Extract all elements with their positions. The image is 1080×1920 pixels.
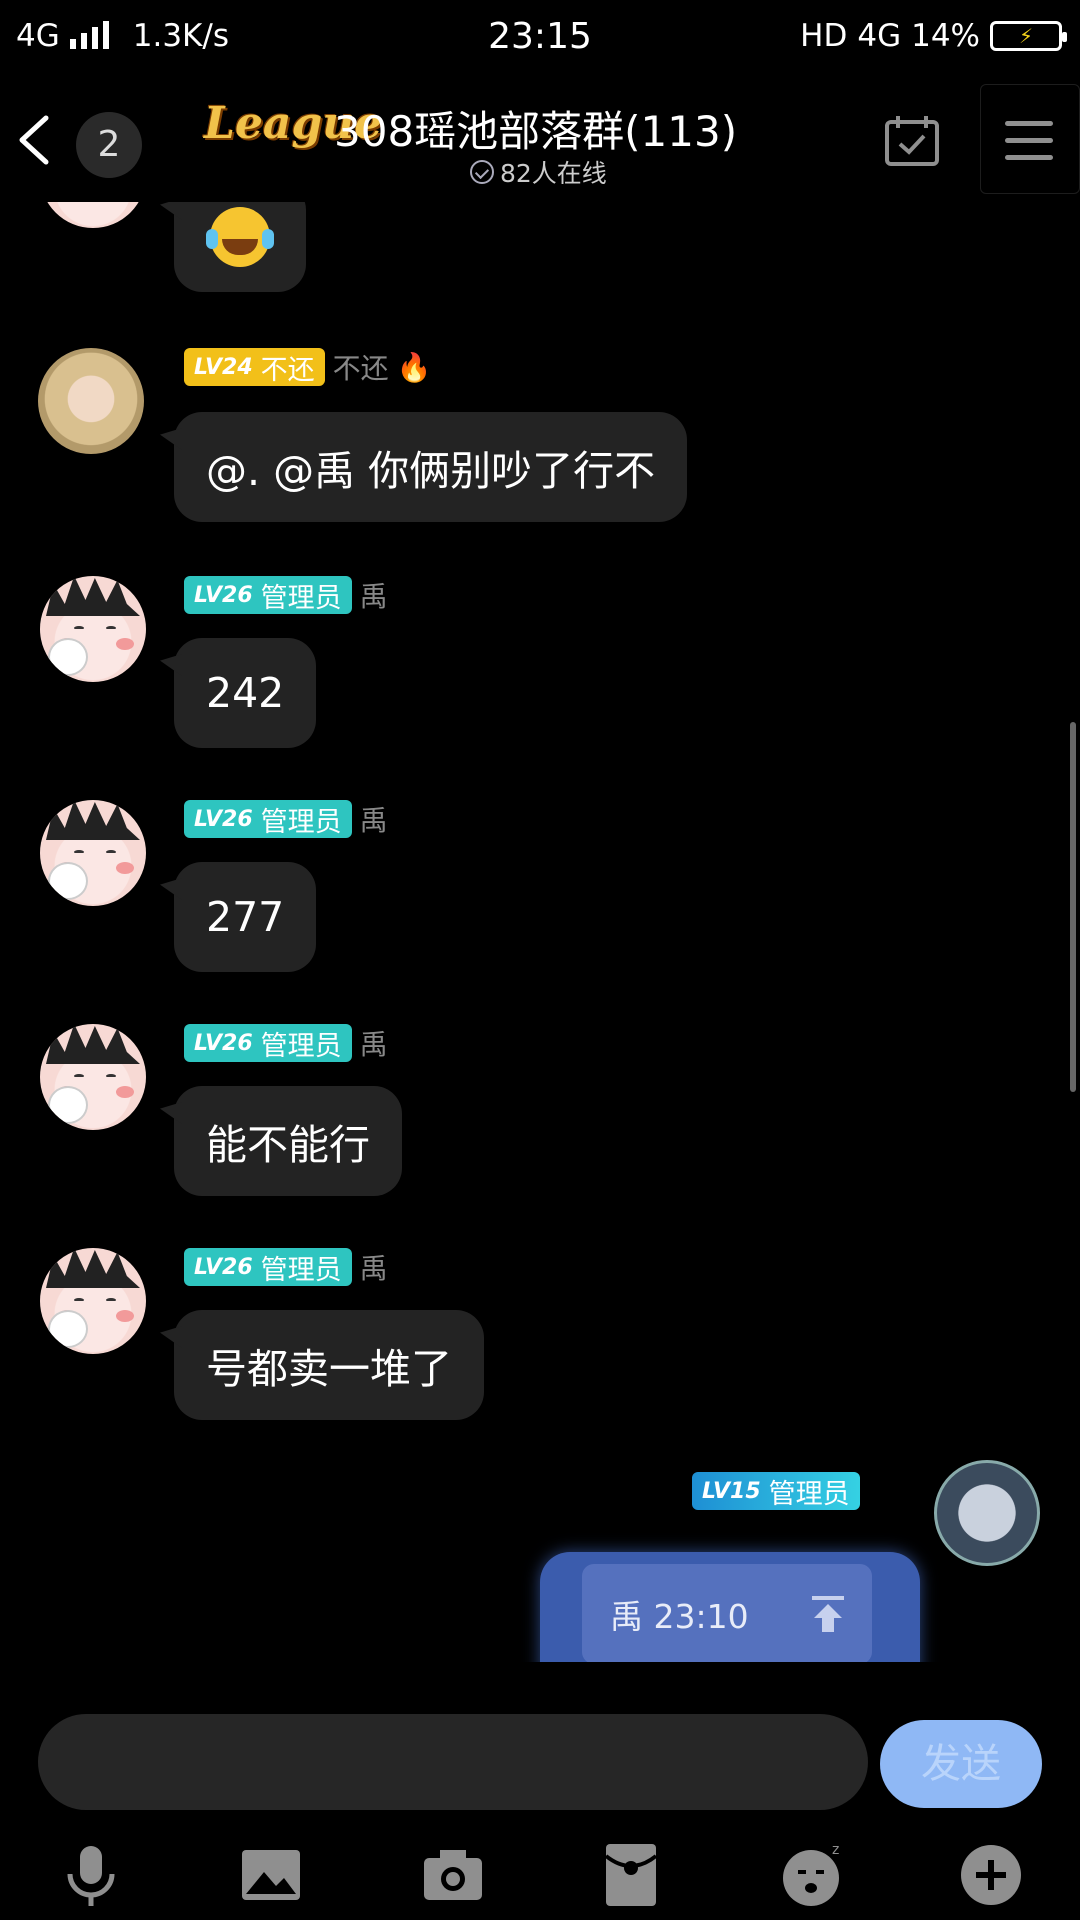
calendar-check-icon[interactable] [884,114,940,168]
my-sender-info: LV15 管理员 [692,1472,860,1510]
sender-info: LV26 管理员 禹 [184,800,388,838]
message-input[interactable] [38,1714,868,1810]
plus-icon[interactable] [956,1840,1026,1910]
message-bubble[interactable]: 号都卖一堆了 [174,1310,484,1420]
sender-name: 不还 [332,352,389,385]
avatar[interactable] [40,202,146,228]
sender-name: 禹 [359,580,388,613]
sender-info: LV26 管理员 禹 [184,1248,388,1286]
level-badge: LV26 管理员 [184,576,352,614]
message-bubble[interactable]: 能不能行 [174,1086,402,1196]
avatar[interactable] [38,348,144,454]
sender-info: LV24 不还 不还 🔥 [184,348,432,386]
camera-icon[interactable] [418,1840,488,1910]
message-bubble[interactable]: 277 [174,862,317,972]
online-status: 82人在线 [470,154,607,190]
quoted-reply[interactable]: 禹 23:10 [582,1564,872,1662]
status-bar: 4G 1.3K/s 23:15 HD 4G 14% ⚡ [0,0,1080,76]
send-button[interactable]: 发送 [880,1720,1042,1808]
input-toolbar: z [0,1830,1080,1920]
level-badge: LV26 管理员 [184,800,352,838]
message-list[interactable]: LV24 不还 不还 🔥 @. @禹 你俩别吵了行不 LV26 管理员 禹 242 … [0,202,1080,1662]
menu-icon[interactable] [980,84,1080,194]
sender-name: 禹 [359,1028,388,1061]
scroll-to-top-icon[interactable] [808,1594,848,1634]
fire-icon: 🔥 [396,350,432,384]
chat-header: 2 League 308瑶池部落群(113) 82人在线 [0,76,1080,202]
avatar[interactable] [40,1024,146,1130]
laughing-emoji-icon [206,207,270,267]
sticker-icon[interactable]: z [778,1840,848,1910]
network-type-right: 4G [857,18,902,54]
message-bubble[interactable]: @. @禹 你俩别吵了行不 [174,412,688,522]
level-badge: LV15 管理员 [692,1472,860,1510]
sender-info: LV26 管理员 禹 [184,576,388,614]
avatar[interactable] [40,1248,146,1354]
level-badge: LV26 管理员 [184,1248,352,1286]
level-badge: LV26 管理员 [184,1024,352,1062]
emoji-message-bubble[interactable] [174,202,306,292]
level-badge: LV24 不还 [184,348,325,386]
avatar[interactable] [40,576,146,682]
battery-icon: ⚡ [990,21,1067,51]
sender-name: 禹 [359,1252,388,1285]
microphone-icon[interactable] [56,1840,126,1910]
check-circle-icon [470,160,494,184]
group-title[interactable]: 308瑶池部落群(113) [334,98,737,159]
avatar[interactable] [40,800,146,906]
message-bubble[interactable]: 242 [174,638,317,748]
battery-percent: 14% [911,18,980,54]
unread-count-badge[interactable]: 2 [76,112,142,178]
online-count: 82人在线 [500,159,607,188]
image-icon[interactable] [236,1840,306,1910]
my-avatar[interactable] [934,1460,1040,1566]
red-packet-icon[interactable] [596,1840,666,1910]
quote-text: 禹 23:10 [610,1597,749,1636]
scrollbar[interactable] [1070,722,1076,1092]
hd-indicator: HD [800,18,848,54]
svg-text:z: z [832,1842,839,1858]
sender-info: LV26 管理员 禹 [184,1024,388,1062]
chevron-left-icon[interactable] [12,112,58,168]
sender-name: 禹 [359,804,388,837]
